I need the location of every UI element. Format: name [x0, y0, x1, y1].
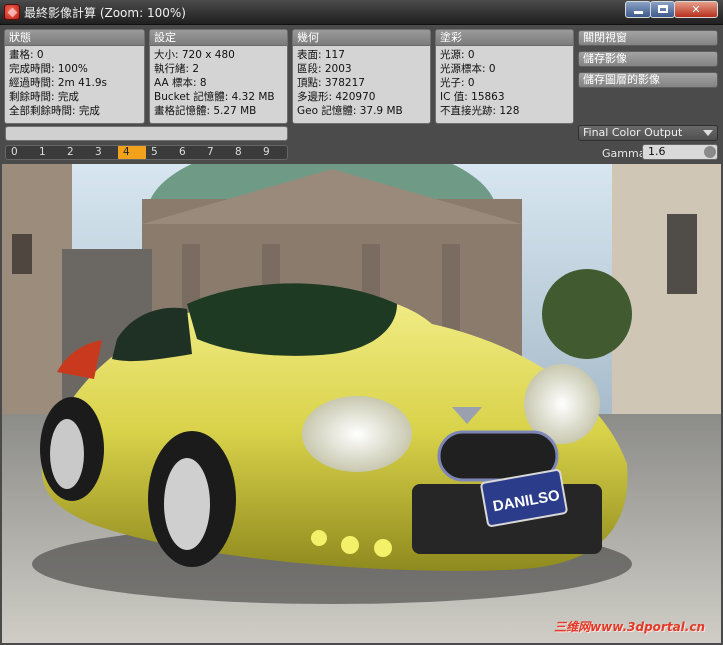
render-viewport: DANILSO 三维网www.3dportal.cn: [2, 164, 721, 643]
close-button[interactable]: ✕: [674, 1, 718, 18]
layer-tab-5[interactable]: 5: [146, 146, 174, 159]
settings-frame-memory: 畫格記憶體: 5.27 MB: [154, 105, 257, 117]
title-bar[interactable]: 最終影像計算 (Zoom: 100%) ✕: [0, 0, 723, 25]
minimize-button[interactable]: [625, 1, 651, 18]
layer-tab-4[interactable]: 4: [118, 146, 146, 159]
left-building: [2, 164, 72, 429]
gamma-value: 1.6: [648, 145, 666, 158]
save-image-button[interactable]: 儲存影像: [578, 51, 718, 67]
car-fog-light-1: [311, 530, 327, 546]
geometry-group: 幾何 表面: 117 區段: 2003 頂點: 378217 多邊形: 4209…: [292, 29, 431, 124]
geometry-header: 幾何: [293, 30, 430, 46]
gamma-input[interactable]: 1.6: [642, 144, 718, 160]
layer-tab-1[interactable]: 1: [34, 146, 62, 159]
lighting-indirect-rays: 不直接光跡: 128: [440, 105, 520, 117]
close-view-button[interactable]: 關閉視窗: [578, 30, 718, 46]
watermark: 三维网www.3dportal.cn: [554, 620, 705, 634]
status-total-remaining: 全部剩餘時間: 完成: [9, 105, 100, 117]
settings-size: 大小: 720 x 480: [154, 49, 235, 61]
geometry-surfaces: 表面: 117: [297, 49, 345, 61]
lighting-group: 塗彩 光源: 0 光源標本: 0 光子: 0 IC 值: 15863 不直接光跡…: [435, 29, 574, 124]
car-fog-light-3: [374, 539, 392, 557]
car-headlight-left: [302, 396, 412, 472]
lighting-header: 塗彩: [436, 30, 573, 46]
minimize-icon: [633, 11, 643, 14]
status-remaining: 剩餘時間: 完成: [9, 91, 79, 103]
status-header: 狀態: [5, 30, 144, 46]
settings-group: 設定 大小: 720 x 480 執行緒: 2 AA 標本: 8 Bucket …: [149, 29, 288, 124]
geometry-memory: Geo 記憶體: 37.9 MB: [297, 105, 403, 117]
layer-tab-8[interactable]: 8: [230, 146, 258, 159]
tree: [542, 269, 632, 359]
gamma-label: Gamma: [602, 147, 646, 160]
lighting-lights: 光源: 0: [440, 49, 475, 61]
status-elapsed: 經過時間: 2m 41.9s: [9, 77, 107, 89]
layer-tab-9[interactable]: 9: [258, 146, 286, 159]
output-select[interactable]: Final Color Output: [578, 125, 718, 141]
output-select-value: Final Color Output: [583, 126, 683, 139]
car-rim-rear: [50, 419, 84, 489]
render-window: 最終影像計算 (Zoom: 100%) ✕ 狀態 畫格: 0 完成時間: 100…: [0, 0, 723, 645]
window-title: 最終影像計算 (Zoom: 100%): [24, 6, 186, 20]
chevron-down-icon: [703, 130, 713, 136]
car-fog-light-2: [341, 536, 359, 554]
render-info-panel: 狀態 畫格: 0 完成時間: 100% 經過時間: 2m 41.9s 剩餘時間:…: [0, 25, 723, 164]
status-progress: 完成時間: 100%: [9, 63, 88, 75]
layer-tabs: 0 1 2 3 4 5 6 7 8 9: [5, 145, 288, 160]
app-icon: [4, 4, 20, 20]
car-rim-front: [164, 458, 210, 550]
geometry-vertices: 頂點: 378217: [297, 77, 365, 89]
geometry-polygons: 多邊形: 420970: [297, 91, 376, 103]
settings-header: 設定: [150, 30, 287, 46]
settings-bucket-memory: Bucket 記憶體: 4.32 MB: [154, 91, 275, 103]
spinner-icon[interactable]: [704, 146, 716, 158]
geometry-segments: 區段: 2003: [297, 63, 352, 75]
render-image: DANILSO: [2, 164, 721, 643]
layer-tab-6[interactable]: 6: [174, 146, 202, 159]
layer-tab-3[interactable]: 3: [90, 146, 118, 159]
status-group: 狀態 畫格: 0 完成時間: 100% 經過時間: 2m 41.9s 剩餘時間:…: [4, 29, 145, 124]
progress-bar: [5, 126, 288, 141]
status-frame: 畫格: 0: [9, 49, 44, 61]
maximize-icon: [657, 5, 668, 13]
layer-tab-2[interactable]: 2: [62, 146, 90, 159]
close-icon: ✕: [691, 3, 701, 16]
settings-aa-samples: AA 標本: 8: [154, 77, 207, 89]
lighting-photons: 光子: 0: [440, 77, 475, 89]
layer-tab-7[interactable]: 7: [202, 146, 230, 159]
save-layers-button[interactable]: 儲存圖層的影像: [578, 72, 718, 88]
lighting-light-samples: 光源標本: 0: [440, 63, 496, 75]
left-window: [12, 234, 32, 274]
right-window: [667, 214, 697, 294]
maximize-button[interactable]: [650, 1, 675, 18]
settings-threads: 執行緒: 2: [154, 63, 200, 75]
layer-tab-0[interactable]: 0: [6, 146, 34, 159]
lighting-ic-value: IC 值: 15863: [440, 91, 505, 103]
